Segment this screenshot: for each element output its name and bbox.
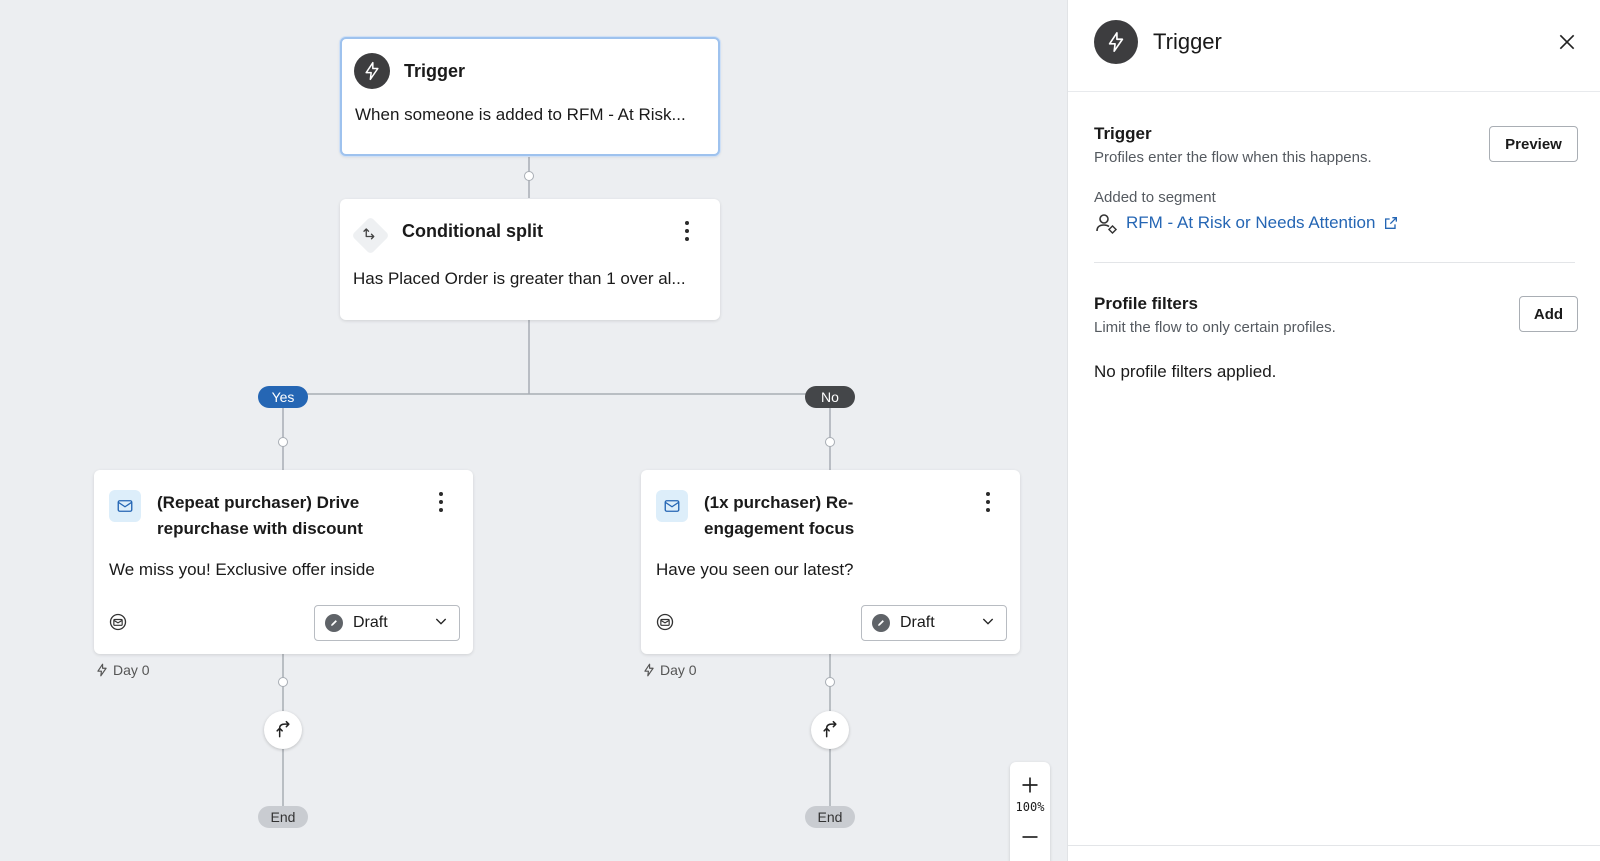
branch-arrows-icon	[823, 720, 837, 738]
segment-label: Added to segment	[1094, 189, 1216, 206]
draft-status-icon	[325, 614, 343, 632]
close-icon	[1559, 34, 1575, 50]
filters-section-description: Limit the flow to only certain profiles.	[1094, 319, 1336, 336]
minus-icon	[1022, 836, 1038, 838]
email-card-subject: Have you seen our latest?	[656, 560, 854, 579]
zoom-controls: 100%	[1010, 762, 1050, 861]
trigger-section-title: Trigger	[1094, 124, 1152, 143]
panel-footer-divider	[1068, 845, 1600, 846]
flow-canvas[interactable]: Trigger When someone is added to RFM - A…	[0, 0, 1067, 861]
delay-label: Day 0	[642, 662, 697, 678]
email-status-value: Draft	[353, 614, 388, 631]
filters-section-title: Profile filters	[1094, 294, 1198, 313]
trigger-section-description: Profiles enter the flow when this happen…	[1094, 149, 1372, 166]
section-divider	[1094, 262, 1575, 263]
chevron-down-icon	[433, 613, 449, 634]
draft-status-icon	[872, 614, 890, 632]
conditional-split-card[interactable]: Conditional split Has Placed Order is gr…	[340, 199, 720, 320]
panel-header: Trigger	[1068, 0, 1600, 92]
add-step-button[interactable]	[264, 711, 302, 749]
email-status-select[interactable]: Draft	[861, 605, 1007, 641]
panel-title: Trigger	[1153, 29, 1222, 54]
no-filters-message: No profile filters applied.	[1094, 362, 1277, 381]
connector-dot	[524, 171, 534, 181]
add-step-button[interactable]	[811, 711, 849, 749]
email-card-subject: We miss you! Exclusive offer inside	[109, 560, 375, 579]
email-more-menu-icon[interactable]	[429, 490, 453, 514]
trigger-card[interactable]: Trigger When someone is added to RFM - A…	[340, 37, 720, 156]
zoom-out-button[interactable]	[1010, 822, 1050, 852]
split-icon	[350, 215, 390, 255]
trigger-card-title: Trigger	[404, 61, 466, 81]
email-icon	[109, 490, 141, 522]
lightning-small-icon	[644, 663, 654, 677]
close-panel-button[interactable]	[1555, 30, 1579, 54]
connector-dot	[278, 677, 288, 687]
connector-dot	[825, 437, 835, 447]
zoom-level: 100%	[1015, 800, 1045, 814]
email-card-repeat-purchaser[interactable]: (Repeat purchaser) Drive repurchase with…	[94, 470, 473, 654]
delay-label: Day 0	[95, 662, 150, 678]
email-card-title: (Repeat purchaser) Drive repurchase with…	[157, 493, 363, 538]
email-more-menu-icon[interactable]	[976, 490, 1000, 514]
add-filter-button[interactable]: Add	[1519, 296, 1578, 332]
trigger-settings-panel: Trigger Trigger Profiles enter the flow …	[1067, 0, 1600, 861]
email-status-select[interactable]: Draft	[314, 605, 460, 641]
branch-arrows-icon	[276, 720, 290, 738]
end-node-left: End	[258, 806, 308, 828]
connector-dot	[825, 677, 835, 687]
lightning-icon	[1094, 20, 1138, 64]
email-review-icon	[655, 612, 675, 637]
split-card-description: Has Placed Order is greater than 1 over …	[353, 269, 686, 288]
branch-no-badge: No	[805, 386, 855, 408]
segment-name[interactable]: RFM - At Risk or Needs Attention	[1126, 213, 1375, 233]
lightning-small-icon	[97, 663, 107, 677]
branch-yes-badge: Yes	[258, 386, 308, 408]
connector-dot	[278, 437, 288, 447]
email-card-one-time-purchaser[interactable]: (1x purchaser) Re-engagement focus Have …	[641, 470, 1020, 654]
plus-icon	[1022, 777, 1038, 793]
split-card-title: Conditional split	[402, 221, 543, 241]
email-review-icon	[108, 612, 128, 637]
preview-button[interactable]: Preview	[1489, 126, 1578, 162]
lightning-icon	[354, 53, 390, 89]
user-segment-icon	[1096, 214, 1118, 235]
email-icon	[656, 490, 688, 522]
email-card-title: (1x purchaser) Re-engagement focus	[704, 493, 855, 538]
external-link-icon	[1385, 217, 1398, 229]
chevron-down-icon	[980, 613, 996, 634]
trigger-card-description: When someone is added to RFM - At Risk..…	[355, 105, 686, 124]
zoom-in-button[interactable]	[1010, 770, 1050, 800]
split-more-menu-icon[interactable]	[675, 219, 699, 243]
email-status-value: Draft	[900, 614, 935, 631]
end-node-right: End	[805, 806, 855, 828]
segment-link[interactable]: RFM - At Risk or Needs Attention	[1094, 211, 1399, 235]
